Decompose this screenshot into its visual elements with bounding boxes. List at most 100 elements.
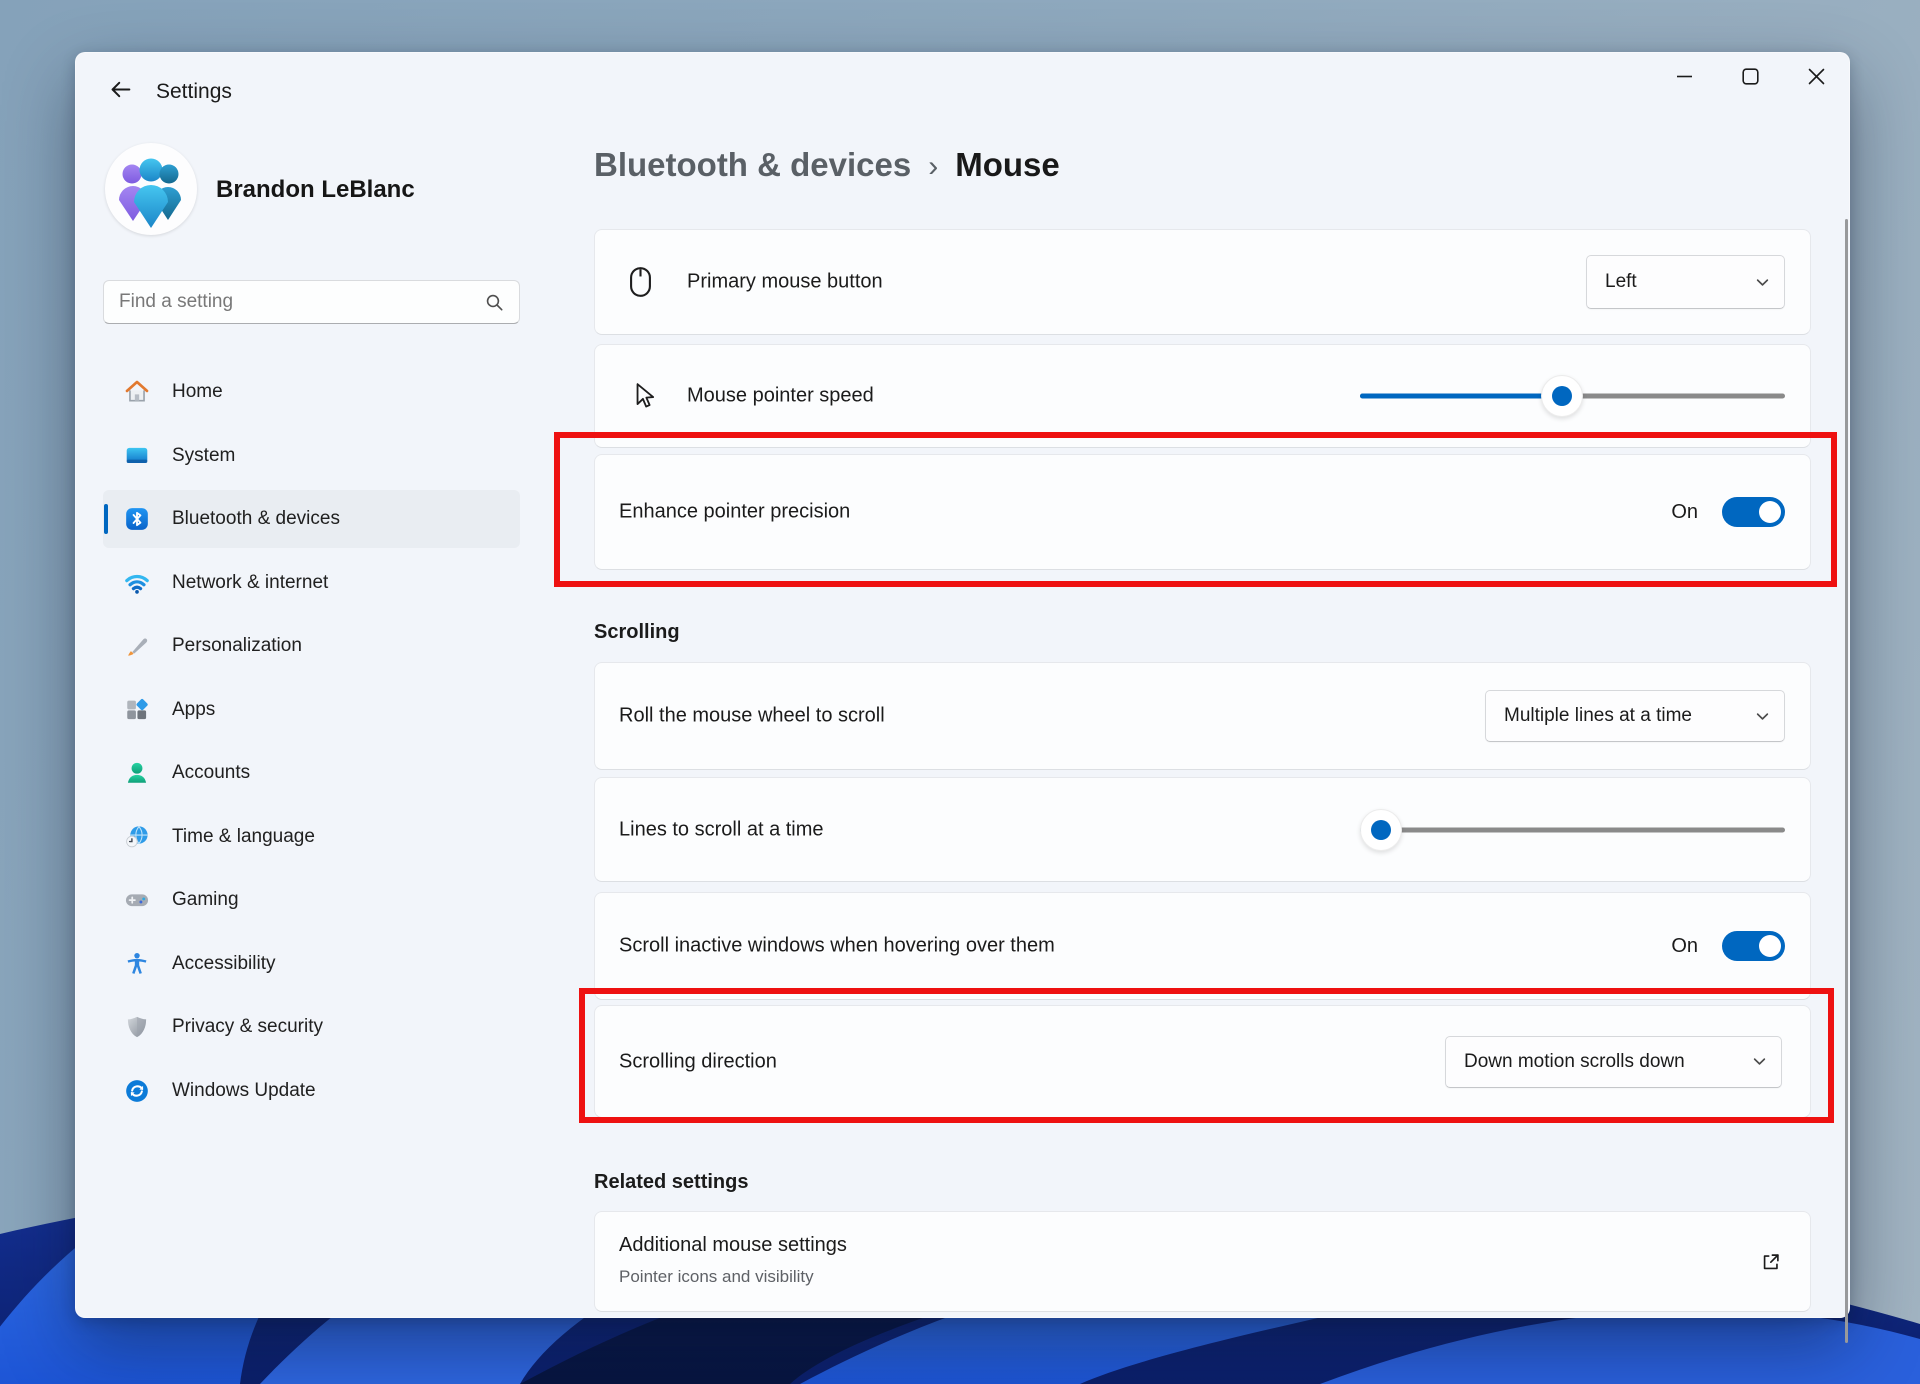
scrolling-direction-card: Scrolling direction Down motion scrolls …: [594, 1005, 1811, 1118]
sidebar-item-accessibility[interactable]: Accessibility: [103, 935, 520, 993]
scroll-inactive-toggle-group: On: [1671, 931, 1785, 961]
section-title-scrolling: Scrolling: [594, 621, 680, 643]
back-button[interactable]: [98, 67, 142, 111]
scroll-inactive-card: Scroll inactive windows when hovering ov…: [594, 892, 1811, 1000]
enhance-precision-toggle-group: On: [1671, 497, 1785, 527]
slider-fill: [1360, 393, 1562, 399]
desktop: Settings Brandon LeBlanc Find a setting …: [0, 0, 1920, 1384]
sidebar-item-label: Time & language: [172, 825, 315, 847]
toggle-state-label: On: [1671, 934, 1698, 957]
slider-thumb[interactable]: [1360, 808, 1403, 851]
dropdown-value: Multiple lines at a time: [1504, 705, 1692, 726]
chevron-down-icon: [1756, 278, 1769, 287]
sidebar-item-accounts[interactable]: Accounts: [103, 744, 520, 802]
toggle-state-label: On: [1671, 500, 1698, 523]
sidebar-item-personalization[interactable]: Personalization: [103, 617, 520, 675]
chevron-down-icon: [1753, 1057, 1766, 1066]
window-title: Settings: [156, 80, 232, 103]
primary-button-dropdown[interactable]: Left: [1586, 255, 1785, 309]
sidebar-item-label: Gaming: [172, 889, 239, 910]
windows-update-icon: [123, 1077, 150, 1104]
time-language-icon: [123, 823, 150, 850]
sidebar-item-privacy-security[interactable]: Privacy & security: [103, 998, 520, 1056]
user-name: Brandon LeBlanc: [216, 176, 415, 203]
additional-mouse-settings-card[interactable]: Additional mouse settings Pointer icons …: [594, 1211, 1811, 1312]
sidebar-item-label: Apps: [172, 698, 216, 720]
sidebar-item-label: Accessibility: [172, 952, 276, 974]
sidebar-item-label: System: [172, 444, 236, 466]
minimize-button[interactable]: [1651, 53, 1717, 99]
sidebar-item-windows-update[interactable]: Windows Update: [103, 1062, 520, 1120]
network-icon: [123, 569, 150, 596]
sidebar-nav: Home System Bluetooth & devices Network …: [103, 363, 520, 1125]
setting-label: Roll the mouse wheel to scroll: [619, 704, 885, 727]
slider-thumb[interactable]: [1540, 375, 1583, 417]
accounts-icon: [123, 760, 150, 787]
setting-label: Additional mouse settings: [619, 1234, 847, 1256]
gaming-icon: [123, 887, 150, 914]
roll-wheel-card: Roll the mouse wheel to scroll Multiple …: [594, 662, 1811, 770]
close-button[interactable]: [1783, 53, 1849, 99]
scrolling-direction-dropdown[interactable]: Down motion scrolls down: [1445, 1035, 1782, 1088]
scrollbar[interactable]: [1845, 219, 1848, 1343]
apps-icon: [123, 696, 150, 723]
setting-label: Mouse pointer speed: [687, 384, 874, 407]
sidebar-item-label: Privacy & security: [172, 1016, 323, 1037]
pointer-speed-slider[interactable]: [1360, 374, 1785, 418]
sidebar-item-system[interactable]: System: [103, 427, 520, 485]
search-icon: [485, 293, 504, 312]
search-input[interactable]: [104, 291, 485, 313]
back-arrow-icon: [108, 77, 133, 102]
dropdown-value: Left: [1605, 271, 1637, 292]
section-title-related: Related settings: [594, 1171, 749, 1193]
sidebar-item-label: Accounts: [172, 762, 251, 783]
sidebar-item-gaming[interactable]: Gaming: [103, 871, 520, 929]
close-icon: [1808, 68, 1825, 85]
caption-controls: [1651, 53, 1849, 99]
mouse-icon: [629, 267, 652, 298]
sidebar-item-apps[interactable]: Apps: [103, 681, 520, 739]
setting-label: Enhance pointer precision: [619, 500, 851, 523]
bluetooth-icon: [123, 506, 150, 533]
sidebar-item-home[interactable]: Home: [103, 363, 520, 421]
sidebar-item-network-internet[interactable]: Network & internet: [103, 554, 520, 612]
primary-mouse-button-card: Primary mouse button Left: [594, 229, 1811, 335]
roll-wheel-dropdown[interactable]: Multiple lines at a time: [1485, 690, 1785, 742]
sidebar-item-label: Windows Update: [172, 1079, 316, 1101]
maximize-button[interactable]: [1717, 53, 1783, 99]
setting-label: Lines to scroll at a time: [619, 818, 824, 840]
sidebar-item-bluetooth-devices[interactable]: Bluetooth & devices: [103, 490, 520, 548]
setting-label: Scrolling direction: [619, 1050, 777, 1072]
toggle-knob: [1759, 501, 1781, 523]
setting-label: Primary mouse button: [687, 270, 883, 293]
maximize-icon: [1741, 67, 1759, 85]
lines-to-scroll-card: Lines to scroll at a time: [594, 777, 1811, 882]
lines-to-scroll-slider[interactable]: [1360, 808, 1785, 852]
setting-label: Scroll inactive windows when hovering ov…: [619, 934, 1055, 957]
minimize-icon: [1676, 68, 1693, 85]
enhance-precision-toggle[interactable]: [1722, 497, 1785, 527]
cursor-icon: [631, 382, 657, 410]
sidebar-item-label: Home: [172, 381, 223, 402]
scroll-inactive-toggle[interactable]: [1722, 931, 1785, 961]
sidebar-item-time-language[interactable]: Time & language: [103, 808, 520, 866]
external-link-icon: [1760, 1251, 1782, 1273]
sidebar-item-label: Personalization: [172, 635, 302, 656]
breadcrumb-separator-icon: ›: [928, 149, 939, 183]
privacy-security-icon: [123, 1014, 150, 1041]
setting-sublabel: Pointer icons and visibility: [619, 1267, 814, 1286]
slider-track[interactable]: [1360, 827, 1785, 832]
settings-window: Settings Brandon LeBlanc Find a setting …: [75, 52, 1850, 1343]
breadcrumb-parent[interactable]: Bluetooth & devices: [594, 146, 911, 184]
accessibility-icon: [123, 950, 150, 977]
sidebar-item-label: Bluetooth & devices: [172, 508, 340, 529]
breadcrumb: Bluetooth & devices › Mouse: [594, 146, 1060, 184]
toggle-knob: [1759, 935, 1781, 957]
chevron-down-icon: [1756, 712, 1769, 721]
page-title: Mouse: [955, 146, 1060, 183]
family-avatar-icon: [119, 158, 181, 228]
sidebar-item-label: Network & internet: [172, 571, 329, 593]
pointer-speed-card: Mouse pointer speed: [594, 344, 1811, 448]
search-box: [103, 280, 520, 324]
avatar[interactable]: [105, 143, 197, 235]
